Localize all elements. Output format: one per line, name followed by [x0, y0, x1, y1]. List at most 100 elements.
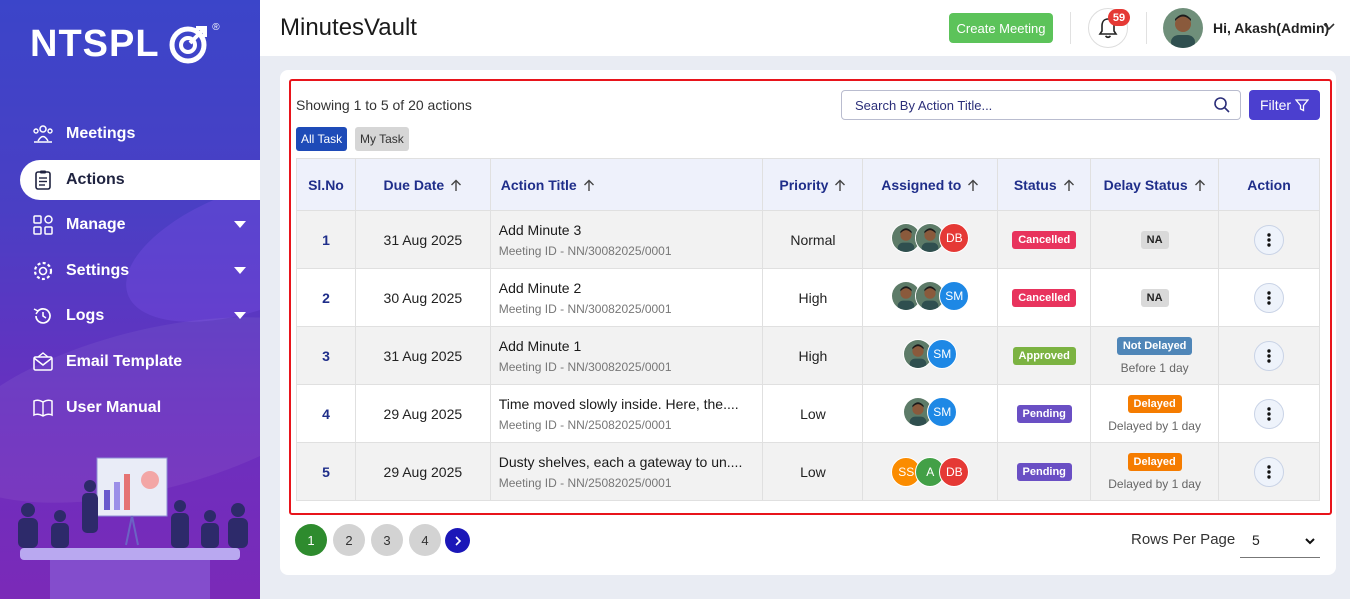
more-actions-button[interactable] [1254, 456, 1285, 487]
user-greeting[interactable]: Hi, Akash(Admin) [1213, 20, 1329, 36]
status-badge: Pending [1016, 463, 1072, 481]
serial-number: 1 [296, 210, 356, 269]
rows-per-page-value: 5 [1252, 532, 1260, 548]
filter-button[interactable]: Filter [1249, 90, 1320, 120]
action-title-cell[interactable]: Add Minute 1 Meeting ID - NN/30082025/000… [489, 326, 764, 385]
priority: High [762, 268, 864, 327]
action-title-cell[interactable]: Add Minute 3 Meeting ID - NN/30082025/000… [489, 210, 764, 269]
meetings-icon [32, 123, 54, 145]
status-cell: Cancelled [997, 268, 1092, 327]
logo-mark-icon [169, 26, 207, 64]
column-header[interactable]: Delay Status [1090, 158, 1220, 211]
meeting-id: Meeting ID - NN/25082025/0001 [498, 417, 672, 432]
action-title-cell[interactable]: Dusty shelves, each a gateway to un.... M… [489, 442, 764, 501]
table-row[interactable]: 4 29 Aug 2025 Time moved slowly inside. He… [296, 384, 1320, 443]
column-header[interactable]: Priority [762, 158, 864, 211]
next-page-button[interactable] [445, 528, 470, 553]
top-header: MinutesVault Create Meeting 59 Hi, Akash… [260, 0, 1350, 56]
rows-per-page-select[interactable]: 5 [1240, 523, 1320, 558]
action-cell [1218, 268, 1320, 327]
page-title: MinutesVault [280, 14, 417, 41]
sort-arrow-icon[interactable] [967, 179, 979, 192]
assignee-group: SM [891, 281, 970, 311]
delay-detail: Before 1 day [1120, 361, 1189, 375]
action-title[interactable]: Add Minute 1 [499, 338, 763, 354]
action-title[interactable]: Add Minute 3 [499, 222, 763, 238]
action-cell [1218, 442, 1320, 501]
action-title[interactable]: Time moved slowly inside. Here, the.... [499, 396, 763, 412]
sidebar-item-user-manual[interactable]: User Manual [20, 388, 260, 428]
column-header[interactable]: Assigned to [862, 158, 999, 211]
caret-down-icon [234, 221, 246, 229]
logo-registered: ® [212, 22, 220, 33]
column-header[interactable]: Sl.No [296, 158, 356, 211]
column-header[interactable]: Action Title [489, 158, 764, 211]
serial-number: 2 [296, 268, 356, 327]
action-title-cell[interactable]: Time moved slowly inside. Here, the.... M… [489, 384, 764, 443]
status-badge: Cancelled [1012, 231, 1077, 249]
column-header-label: Sl.No [308, 176, 344, 193]
logo-text: NTSPL [30, 22, 160, 65]
action-title[interactable]: Add Minute 2 [499, 280, 763, 296]
more-actions-button[interactable] [1254, 224, 1285, 255]
assignee-group: SS A DB [891, 456, 970, 487]
sidebar-item-label: Settings [66, 261, 130, 279]
sidebar-item-actions[interactable]: Actions [20, 159, 260, 200]
sidebar-nav: Meetings Actions Manage Settings Logs Email T… [20, 114, 260, 433]
create-meeting-button[interactable]: Create Meeting [949, 13, 1053, 43]
kebab-menu-icon [1267, 406, 1271, 421]
sidebar-item-logs[interactable]: Logs [20, 296, 260, 336]
search-input[interactable] [841, 90, 1241, 120]
status-badge: Cancelled [1012, 289, 1077, 307]
gear-icon [32, 260, 54, 282]
kebab-menu-icon [1267, 464, 1271, 479]
column-header-label: Action [1247, 176, 1291, 193]
brand-logo[interactable]: NTSPL ® [30, 22, 220, 66]
column-header[interactable]: Status [997, 158, 1092, 211]
sort-arrow-icon[interactable] [1194, 179, 1206, 192]
sort-arrow-icon[interactable] [450, 179, 462, 192]
tab-my-task[interactable]: My Task [355, 127, 409, 151]
table-row[interactable]: 5 29 Aug 2025 Dusty shelves, each a gatewa… [296, 442, 1320, 501]
sidebar-item-email-template[interactable]: Email Template [20, 342, 260, 382]
tab-all-task[interactable]: All Task [296, 127, 348, 151]
action-cell [1218, 384, 1320, 443]
sort-arrow-icon[interactable] [834, 179, 846, 192]
assignee-avatar: SM [939, 281, 970, 311]
page-2-button[interactable]: 2 [333, 524, 365, 556]
search-icon[interactable] [1213, 96, 1231, 114]
sidebar-item-label: Logs [66, 307, 105, 325]
chevron-down-icon[interactable] [1322, 20, 1336, 34]
column-header[interactable]: Action [1218, 158, 1320, 211]
page-4-button[interactable]: 4 [409, 524, 441, 556]
kebab-menu-icon [1267, 232, 1271, 247]
action-cell [1218, 210, 1320, 269]
sidebar-item-meetings[interactable]: Meetings [20, 114, 260, 154]
priority: Low [762, 384, 864, 443]
sidebar-item-manage[interactable]: Manage [20, 205, 260, 245]
user-avatar[interactable] [1163, 8, 1203, 48]
table-body: 1 31 Aug 2025 Add Minute 3 Meeting ID - NN/… [296, 210, 1320, 501]
page-1-button[interactable]: 1 [295, 524, 327, 556]
more-actions-button[interactable] [1254, 398, 1285, 429]
column-header-label: Delay Status [1103, 176, 1188, 193]
action-title-cell[interactable]: Add Minute 2 Meeting ID - NN/30082025/000… [489, 268, 764, 327]
history-icon [32, 305, 54, 327]
table-row[interactable]: 3 31 Aug 2025 Add Minute 1 Meeting ID - NN/… [296, 326, 1320, 385]
delay-status-cell: Delayed Delayed by 1 day [1090, 384, 1220, 443]
sort-arrow-icon[interactable] [583, 179, 595, 192]
table-row[interactable]: 2 30 Aug 2025 Add Minute 2 Meeting ID - NN/… [296, 268, 1320, 327]
page-3-button[interactable]: 3 [371, 524, 403, 556]
meeting-id: Meeting ID - NN/25082025/0001 [498, 475, 672, 490]
more-actions-button[interactable] [1254, 340, 1285, 371]
divider [1070, 12, 1071, 44]
column-header[interactable]: Due Date [354, 158, 491, 211]
action-title[interactable]: Dusty shelves, each a gateway to un.... [499, 454, 763, 470]
sidebar-item-settings[interactable]: Settings [20, 251, 260, 291]
table-row[interactable]: 1 31 Aug 2025 Add Minute 3 Meeting ID - NN/… [296, 210, 1320, 269]
status-badge: Approved [1012, 347, 1076, 365]
more-actions-button[interactable] [1254, 282, 1285, 313]
sort-arrow-icon[interactable] [1063, 179, 1075, 192]
divider [1146, 12, 1147, 44]
meeting-id: Meeting ID - NN/30082025/0001 [498, 359, 672, 374]
